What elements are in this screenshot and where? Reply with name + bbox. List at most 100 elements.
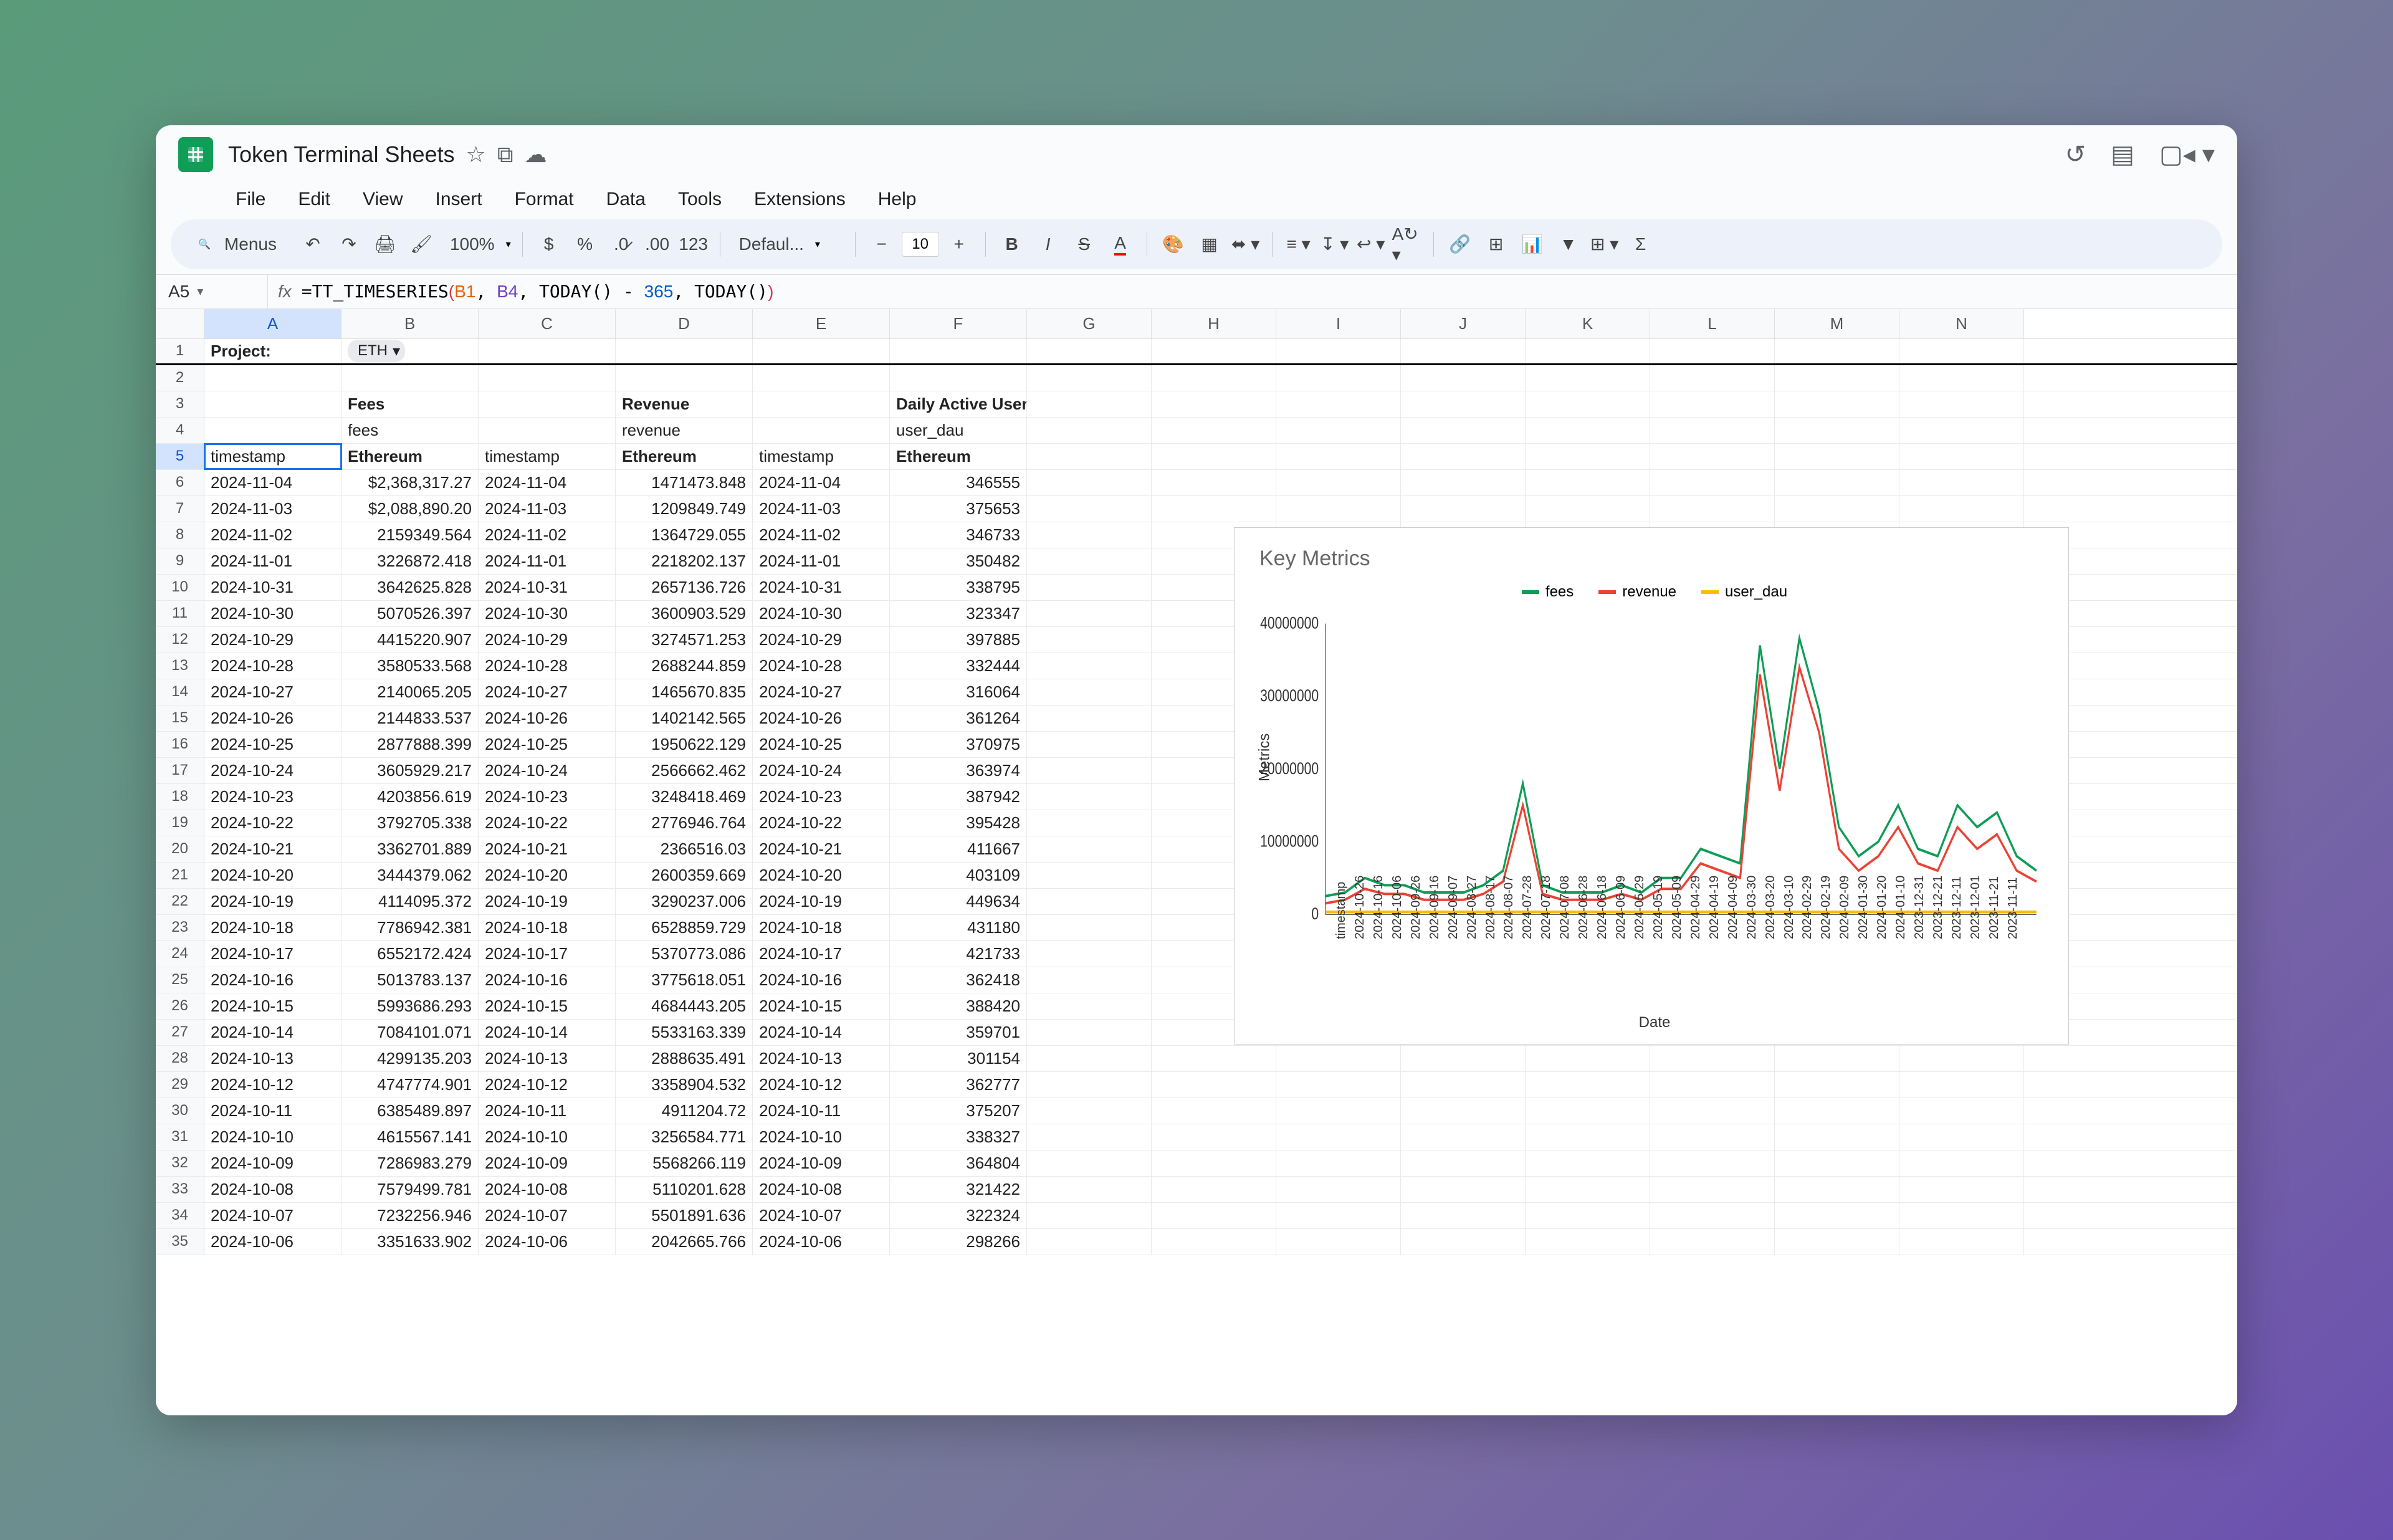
row-header[interactable]: 35 — [156, 1229, 204, 1255]
cell[interactable] — [1775, 1124, 1899, 1150]
percent-button[interactable]: % — [570, 229, 600, 259]
row-header[interactable]: 18 — [156, 784, 204, 810]
cell[interactable] — [204, 365, 342, 391]
cell[interactable]: 2024-10-23 — [479, 784, 616, 810]
cell[interactable]: 2024-10-16 — [753, 967, 890, 993]
cell[interactable] — [1401, 1177, 1526, 1202]
cell[interactable] — [1526, 1229, 1650, 1255]
cell[interactable]: 298266 — [890, 1229, 1027, 1255]
cell[interactable]: 3256584.771 — [616, 1124, 753, 1150]
cell[interactable]: 361264 — [890, 705, 1027, 731]
cell[interactable] — [1899, 1046, 2024, 1071]
cell[interactable]: 2024-10-24 — [204, 758, 342, 783]
cell[interactable]: 4299135.203 — [342, 1046, 479, 1071]
cell[interactable]: 362777 — [890, 1072, 1027, 1098]
cell[interactable]: 2024-10-17 — [753, 941, 890, 967]
cell[interactable] — [1027, 601, 1152, 626]
row-header[interactable]: 12 — [156, 627, 204, 653]
cell[interactable] — [1650, 1203, 1775, 1228]
cell[interactable]: 3600903.529 — [616, 601, 753, 626]
undo-icon[interactable]: ↶ — [298, 229, 328, 259]
cell[interactable]: 2024-10-21 — [479, 836, 616, 862]
cell[interactable]: 2024-11-01 — [753, 548, 890, 574]
cell[interactable]: 2024-10-15 — [753, 993, 890, 1019]
cell[interactable]: 2024-11-03 — [204, 496, 342, 522]
cell[interactable] — [1027, 575, 1152, 600]
cell[interactable]: 3444379.062 — [342, 863, 479, 888]
cell[interactable]: Daily Active Users — [890, 391, 1027, 417]
cell[interactable] — [1650, 1098, 1775, 1124]
cell[interactable] — [1276, 1229, 1401, 1255]
cell[interactable] — [1775, 1177, 1899, 1202]
cell[interactable]: 431180 — [890, 915, 1027, 940]
cell[interactable] — [1152, 1177, 1276, 1202]
cell[interactable]: 2024-10-23 — [753, 784, 890, 810]
cell[interactable] — [1775, 339, 1899, 363]
cell[interactable]: Ethereum — [342, 444, 479, 469]
cell[interactable] — [1027, 653, 1152, 679]
cell[interactable]: 2024-10-10 — [479, 1124, 616, 1150]
cell[interactable]: 375653 — [890, 496, 1027, 522]
cell[interactable] — [1401, 1203, 1526, 1228]
cell[interactable]: 2024-11-01 — [204, 548, 342, 574]
cell[interactable] — [1899, 1072, 2024, 1098]
cell[interactable] — [1152, 418, 1276, 443]
cell[interactable]: timestamp — [753, 444, 890, 469]
cell[interactable] — [1650, 1124, 1775, 1150]
cell[interactable]: 2024-10-26 — [479, 705, 616, 731]
cell[interactable] — [1152, 1229, 1276, 1255]
cell[interactable]: 3226872.418 — [342, 548, 479, 574]
cell[interactable]: 5533163.339 — [616, 1020, 753, 1045]
cell[interactable] — [753, 391, 890, 417]
row-header[interactable]: 22 — [156, 889, 204, 914]
cell[interactable]: 2366516.03 — [616, 836, 753, 862]
text-color-icon[interactable]: A — [1106, 229, 1135, 259]
column-header[interactable]: F — [890, 309, 1027, 338]
cell[interactable]: 2776946.764 — [616, 810, 753, 836]
cell[interactable] — [1899, 365, 2024, 391]
cell[interactable]: 2024-10-31 — [479, 575, 616, 600]
cell[interactable]: 5070526.397 — [342, 601, 479, 626]
cell[interactable]: 2024-10-30 — [753, 601, 890, 626]
cell[interactable] — [1650, 339, 1775, 363]
cell[interactable]: 2024-10-22 — [753, 810, 890, 836]
cell[interactable]: 2024-10-06 — [479, 1229, 616, 1255]
column-header[interactable]: K — [1526, 309, 1650, 338]
cell[interactable]: 2024-10-18 — [753, 915, 890, 940]
cell[interactable] — [1899, 496, 2024, 522]
cell[interactable] — [1276, 418, 1401, 443]
row-header[interactable]: 25 — [156, 967, 204, 993]
cell[interactable] — [479, 418, 616, 443]
cell[interactable] — [1276, 1150, 1401, 1176]
cell[interactable]: 5370773.086 — [616, 941, 753, 967]
cell[interactable]: 2024-10-30 — [204, 601, 342, 626]
cell[interactable]: 3792705.338 — [342, 810, 479, 836]
history-icon[interactable]: ↺ — [2065, 140, 2086, 169]
cell[interactable]: 2024-10-06 — [753, 1229, 890, 1255]
cell[interactable]: 2024-10-25 — [204, 732, 342, 757]
cell[interactable] — [1650, 496, 1775, 522]
cell[interactable] — [1152, 1124, 1276, 1150]
cell[interactable] — [1152, 391, 1276, 417]
cell[interactable]: 301154 — [890, 1046, 1027, 1071]
cell[interactable]: 2024-10-06 — [204, 1229, 342, 1255]
cell[interactable]: 2024-11-04 — [479, 470, 616, 495]
cell[interactable] — [1027, 889, 1152, 914]
row-header[interactable]: 16 — [156, 732, 204, 757]
menu-extensions[interactable]: Extensions — [747, 186, 853, 213]
cell[interactable]: 2144833.537 — [342, 705, 479, 731]
row-header[interactable]: 5 — [156, 444, 204, 469]
cell[interactable]: 5568266.119 — [616, 1150, 753, 1176]
select-all-corner[interactable] — [156, 309, 204, 338]
cell[interactable]: 2024-10-11 — [204, 1098, 342, 1124]
cell[interactable]: 2024-10-09 — [204, 1150, 342, 1176]
cell[interactable]: 2657136.726 — [616, 575, 753, 600]
cell[interactable]: 4114095.372 — [342, 889, 479, 914]
cell[interactable] — [1276, 496, 1401, 522]
column-header[interactable]: E — [753, 309, 890, 338]
column-header[interactable]: L — [1650, 309, 1775, 338]
cell[interactable]: 1471473.848 — [616, 470, 753, 495]
cell[interactable]: 421733 — [890, 941, 1027, 967]
row-header[interactable]: 2 — [156, 365, 204, 391]
cell[interactable] — [1276, 444, 1401, 469]
